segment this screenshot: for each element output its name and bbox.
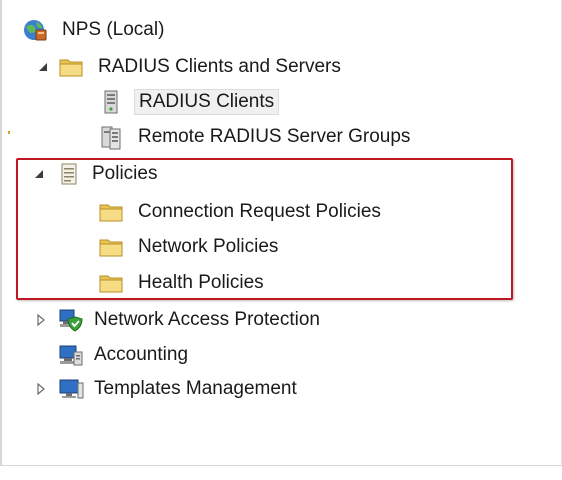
tree-node-label: Templates Management [94, 378, 297, 399]
tree-node-remote-radius-server-groups[interactable]: Remote RADIUS Server Groups [14, 122, 474, 152]
tree-node-nps-local[interactable]: NPS (Local) [14, 15, 214, 45]
globe-server-icon [24, 20, 47, 41]
tree-node-label: RADIUS Clients and Servers [98, 56, 341, 77]
expanded-arrow-icon[interactable] [36, 60, 50, 74]
folder-icon [59, 59, 83, 77]
tree-bottom-border [0, 465, 562, 466]
collapsed-arrow-icon[interactable] [34, 313, 48, 327]
nap-shield-icon [59, 309, 83, 332]
tree-node-label: NPS (Local) [62, 19, 165, 40]
tree-node-label: Accounting [94, 344, 189, 365]
tree-node-network-access-protection[interactable]: Network Access Protection [14, 305, 434, 335]
tree-node-templates-management[interactable]: Templates Management [14, 374, 414, 404]
collapsed-arrow-icon[interactable] [34, 382, 48, 396]
tree-node-accounting[interactable]: Accounting [14, 340, 314, 370]
tree-left-border [0, 0, 2, 465]
tree-node-radius-clients[interactable]: RADIUS Clients [14, 87, 414, 117]
server-group-icon [101, 126, 121, 150]
nps-console-tree: NPS (Local) RADIUS Clients and Servers R… [0, 0, 562, 480]
tree-node-label: RADIUS Clients [134, 89, 280, 115]
policies-highlight-box [16, 158, 513, 300]
server-tower-icon [104, 90, 118, 114]
tree-node-label: Remote RADIUS Server Groups [138, 126, 411, 147]
tree-node-radius-clients-and-servers[interactable]: RADIUS Clients and Servers [14, 52, 414, 82]
templates-monitor-icon [59, 379, 84, 399]
splitter-mark [8, 131, 10, 134]
accounting-computer-icon [59, 345, 83, 366]
tree-node-label: Network Access Protection [94, 309, 320, 330]
